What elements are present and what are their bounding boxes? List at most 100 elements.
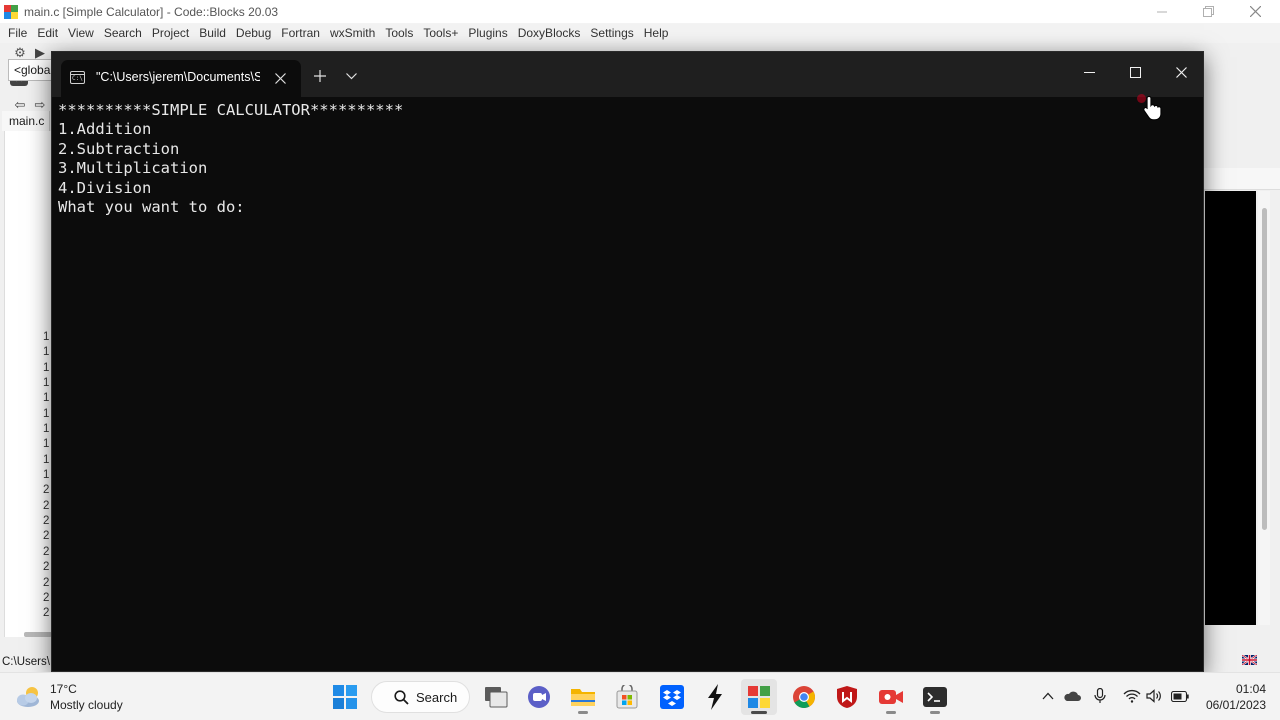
terminal-titlebar: C:\ "C:\Users\jerem\Documents\Simple Cal… [52,52,1203,97]
video-camera-icon [879,690,903,704]
mcafee-button[interactable] [829,679,865,715]
onedrive-tray-button[interactable] [1061,685,1083,707]
line-number-gutter: 1 1 1 1 1 1 1 1 1 1 2 2 2 2 2 2 2 2 2 [43,330,51,622]
log-scrollbar-thumb[interactable] [1262,208,1267,530]
output-line: 2.Subtraction [58,139,180,158]
cloudy-weather-icon [14,684,44,710]
new-tab-button[interactable] [307,63,333,89]
microsoft-store-button[interactable] [609,679,645,715]
codeblocks-app-icon [4,4,18,19]
line-number: 1 [43,377,50,390]
chrome-button[interactable] [786,679,822,715]
plus-icon [314,70,326,82]
line-number: 2 [43,484,50,497]
terminal-maximize-button[interactable] [1112,52,1158,92]
terminal-tab[interactable]: C:\ "C:\Users\jerem\Documents\Simple Cal… [61,60,301,97]
teams-chat-button[interactable] [521,679,557,715]
start-button[interactable] [327,679,363,715]
volume-tray-button[interactable] [1144,685,1166,707]
hand-cursor-icon [1143,95,1162,121]
screen-recorder-button[interactable] [873,679,909,715]
weather-widget[interactable]: 17°C Mostly cloudy [14,678,123,716]
editor-tab-main-c[interactable]: main.c [2,111,50,131]
taskbar-clock[interactable]: 01:04 06/01/2023 [1196,681,1266,713]
menu-wxsmith[interactable]: wxSmith [325,26,380,40]
menu-debug[interactable]: Debug [231,26,276,40]
terminal-window: C:\ "C:\Users\jerem\Documents\Simple Cal… [51,51,1204,672]
line-number: 2 [43,515,50,528]
wifi-icon [1123,689,1141,703]
chat-icon [528,686,550,708]
uk-flag-icon [1242,655,1257,665]
cloud-icon [1064,691,1081,701]
restore-icon [1202,6,1214,17]
dropbox-button[interactable] [654,679,690,715]
codeblocks-taskbar-button[interactable] [741,679,777,715]
chevron-down-icon [345,72,357,79]
line-number: 2 [43,591,50,604]
winamp-button[interactable] [697,679,733,715]
task-view-button[interactable] [478,679,514,715]
weather-temperature: 17°C [50,682,77,696]
running-indicator [578,711,588,714]
wifi-tray-button[interactable] [1121,685,1143,707]
codeblocks-menubar: File Edit View Search Project Build Debu… [0,23,1280,43]
close-icon [274,72,286,84]
menu-fortran[interactable]: Fortran [276,26,325,40]
codeblocks-close-button[interactable] [1232,0,1278,23]
scope-selector[interactable]: <global> [8,59,52,81]
menu-build[interactable]: Build [194,26,231,40]
menu-tools-plus[interactable]: Tools+ [418,26,463,40]
menu-view[interactable]: View [63,26,99,40]
menu-tools[interactable]: Tools [380,26,418,40]
tab-dropdown-button[interactable] [338,63,364,89]
menu-doxyblocks[interactable]: DoxyBlocks [513,26,586,40]
line-number: 1 [43,469,50,482]
line-number: 1 [43,392,50,405]
logs-panel-tab[interactable] [1204,168,1280,190]
console-icon: C:\ [70,71,85,84]
battery-tray-button[interactable] [1169,685,1191,707]
task-view-icon [485,687,508,708]
taskbar: 17°C Mostly cloudy Search 01:04 06/01/20… [0,672,1280,720]
show-hidden-icons-button[interactable] [1037,685,1059,707]
weather-description: Mostly cloudy [50,698,123,712]
menu-edit[interactable]: Edit [32,26,63,40]
minimize-icon [1157,11,1167,12]
maximize-icon [1129,66,1141,78]
terminal-close-button[interactable] [1158,52,1204,92]
terminal-output[interactable]: **********SIMPLE CALCULATOR********** 1.A… [58,101,1198,217]
tab-close-button[interactable] [267,65,293,91]
file-explorer-button[interactable] [565,679,601,715]
line-number: 1 [43,407,50,420]
windows-logo-icon [333,685,357,709]
status-bar-path: C:\Users\ [0,655,52,672]
shield-icon [837,686,857,708]
terminal-taskbar-button[interactable] [917,679,953,715]
menu-file[interactable]: File [3,26,32,40]
line-number: 1 [43,346,50,359]
taskbar-search-button[interactable]: Search [371,681,470,713]
editor-horizontal-scrollbar[interactable] [24,632,52,637]
terminal-minimize-button[interactable] [1066,52,1112,92]
microphone-icon [1094,688,1106,703]
line-number: 1 [43,453,50,466]
codeblocks-restore-button[interactable] [1185,0,1231,23]
store-icon [616,685,638,709]
codeblocks-icon [748,686,770,708]
menu-settings[interactable]: Settings [585,26,638,40]
menu-help[interactable]: Help [639,26,674,40]
output-line: 1.Addition [58,120,152,139]
line-number: 2 [43,499,50,512]
close-icon [1249,6,1261,17]
menu-plugins[interactable]: Plugins [463,26,512,40]
microphone-tray-button[interactable] [1089,685,1111,707]
menu-project[interactable]: Project [147,26,194,40]
output-line: 3.Multiplication [58,159,208,178]
line-number: 1 [43,438,50,451]
line-number: 1 [43,423,50,436]
weather-text: 17°C Mostly cloudy [50,681,123,713]
codeblocks-minimize-button[interactable] [1139,0,1185,23]
chevron-up-icon [1042,692,1054,700]
menu-search[interactable]: Search [99,26,147,40]
